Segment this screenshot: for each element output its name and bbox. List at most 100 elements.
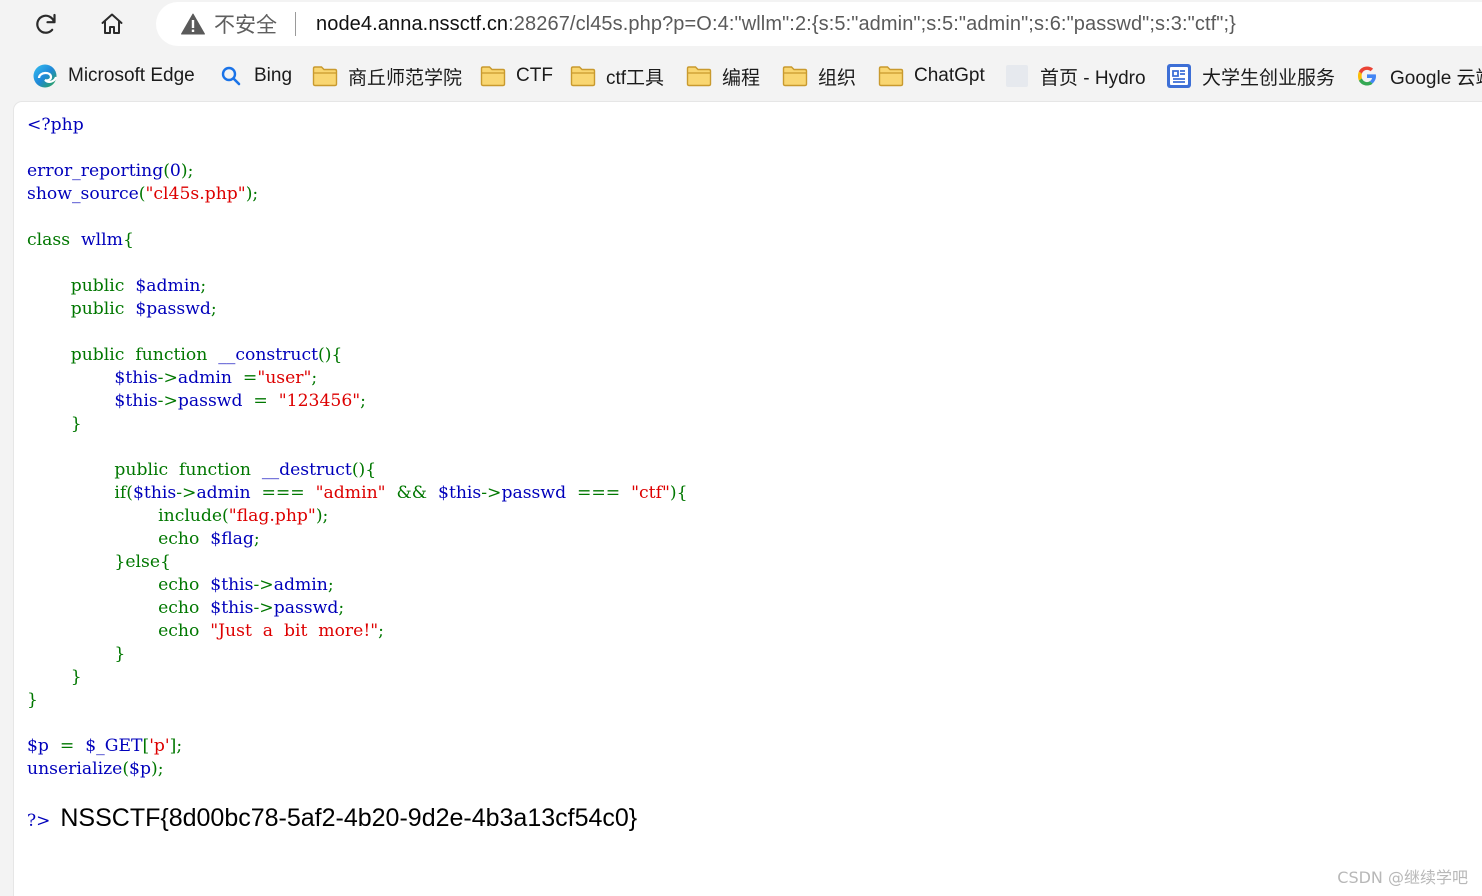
code-token: -> <box>157 391 178 411</box>
code-token: public function <box>27 345 219 365</box>
bookmark-item[interactable]: Google 云端 <box>1354 61 1482 91</box>
reload-button[interactable] <box>28 6 64 42</box>
code-token: $this <box>210 598 254 618</box>
blank-page-icon <box>1004 64 1030 88</box>
folder-icon <box>782 64 808 88</box>
code-line: } <box>27 413 688 436</box>
code-line: } <box>27 643 688 666</box>
code-token: <?php <box>27 115 84 135</box>
bookmark-label: 大学生创业服务 <box>1202 67 1336 89</box>
code-line: $p = $_GET['p']; <box>27 735 688 758</box>
url-text[interactable]: node4.anna.nssctf.cn:28267/cl45s.php?p=O… <box>316 13 1236 36</box>
bookmark-item[interactable]: 组织 <box>782 61 856 91</box>
edge-icon <box>32 64 58 88</box>
code-token: === <box>261 483 316 503</box>
code-token: } <box>27 690 38 710</box>
bookmark-item[interactable]: Bing <box>218 61 292 91</box>
code-token: = <box>59 736 86 756</box>
code-token: ; <box>378 621 384 641</box>
home-button[interactable] <box>94 6 130 42</box>
address-divider <box>295 12 296 36</box>
bookmark-label: 编程 <box>722 67 761 89</box>
code-token: admin <box>177 368 243 388</box>
warning-icon[interactable] <box>180 12 206 36</box>
bookmark-item[interactable]: CTF <box>480 61 553 91</box>
code-token: unserialize <box>27 759 123 779</box>
bookmark-item[interactable]: 大学生创业服务 <box>1166 61 1335 91</box>
code-token: "admin" <box>315 483 397 503</box>
bookmark-item[interactable]: ctf工具 <box>570 61 664 91</box>
bookmark-item[interactable]: 商丘师范学院 <box>312 61 462 91</box>
code-token: include( <box>27 506 229 526</box>
code-token: } <box>27 644 126 664</box>
url-path: :28267/cl45s.php?p=O:4:"wllm":2:{s:5:"ad… <box>508 12 1236 35</box>
folder-icon <box>878 64 904 88</box>
reload-icon <box>32 10 60 38</box>
code-token: ( <box>163 161 170 181</box>
home-icon <box>98 10 126 38</box>
address-bar[interactable]: 不安全 node4.anna.nssctf.cn:28267/cl45s.php… <box>156 2 1482 46</box>
folder-icon <box>312 64 338 88</box>
bookmarks-bar: Microsoft Edge Bing 商丘师范学院 CTF ctf工具 编程 组织 Chat… <box>0 50 1482 102</box>
code-line: } <box>27 666 688 689</box>
search-icon <box>218 64 244 88</box>
code-line: $this->passwd = "123456"; <box>27 390 688 413</box>
code-line: if($this->admin === "admin" && $this->pa… <box>27 482 688 505</box>
code-token: } <box>27 414 82 434</box>
code-line: unserialize($p); <box>27 758 688 781</box>
code-token: 'p' <box>149 736 170 756</box>
bookmark-item[interactable]: 编程 <box>686 61 760 91</box>
code-token: -> <box>481 483 502 503</box>
code-token: ){ <box>669 483 688 503</box>
bookmark-item[interactable]: 首页 - Hydro <box>1004 61 1146 91</box>
code-token: && <box>396 483 439 503</box>
code-token: $admin <box>135 276 201 296</box>
bookmark-item[interactable]: ChatGpt <box>878 61 985 91</box>
code-token: echo <box>27 621 211 641</box>
code-token: $flag <box>210 529 254 549</box>
code-token: -> <box>176 483 197 503</box>
code-line: <?php <box>27 114 688 137</box>
code-token: $_GET <box>85 736 143 756</box>
code-token: "flag.php" <box>228 506 316 526</box>
code-token: __construct <box>218 345 318 365</box>
output-line: ?> NSSCTF{8d00bc78-5af2-4b20-9d2e-4b3a13… <box>27 804 637 833</box>
code-token: $p <box>27 736 60 756</box>
code-token: error_reporting <box>27 161 164 181</box>
code-token: echo <box>27 575 211 595</box>
code-token: ]; <box>169 736 183 756</box>
code-token: passwd <box>177 391 254 411</box>
code-token: echo <box>27 529 211 549</box>
code-token: echo <box>27 598 211 618</box>
code-token: passwd <box>273 598 339 618</box>
url-host: node4.anna.nssctf.cn <box>316 12 509 35</box>
code-token: class <box>27 230 81 250</box>
code-line: show_source("cl45s.php"); <box>27 183 688 206</box>
code-token: }else{ <box>27 552 171 572</box>
bookmark-label: 商丘师范学院 <box>348 67 463 89</box>
code-token: __destruct <box>261 460 352 480</box>
code-line: echo $this->admin; <box>27 574 688 597</box>
code-token: "Just a bit more!" <box>210 621 379 641</box>
insecure-label[interactable]: 不安全 <box>214 9 277 39</box>
code-token: = <box>242 368 258 388</box>
code-token: ; <box>210 299 217 319</box>
bookmark-label: ChatGpt <box>914 65 985 86</box>
code-token: } <box>27 667 82 687</box>
code-token: ; <box>360 391 366 411</box>
code-token: = <box>253 391 279 411</box>
bookmark-label: Bing <box>254 65 293 86</box>
code-line: echo "Just a bit more!"; <box>27 620 688 643</box>
page-content: <?php error_reporting(0); show_source("cl4… <box>14 102 1482 896</box>
bookmark-item[interactable]: Microsoft Edge <box>32 61 195 91</box>
code-token: $this <box>438 483 482 503</box>
code-token: $p <box>129 759 151 779</box>
code-token: $passwd <box>135 299 211 319</box>
code-line: public $admin; <box>27 275 688 298</box>
code-line: public $passwd; <box>27 298 688 321</box>
